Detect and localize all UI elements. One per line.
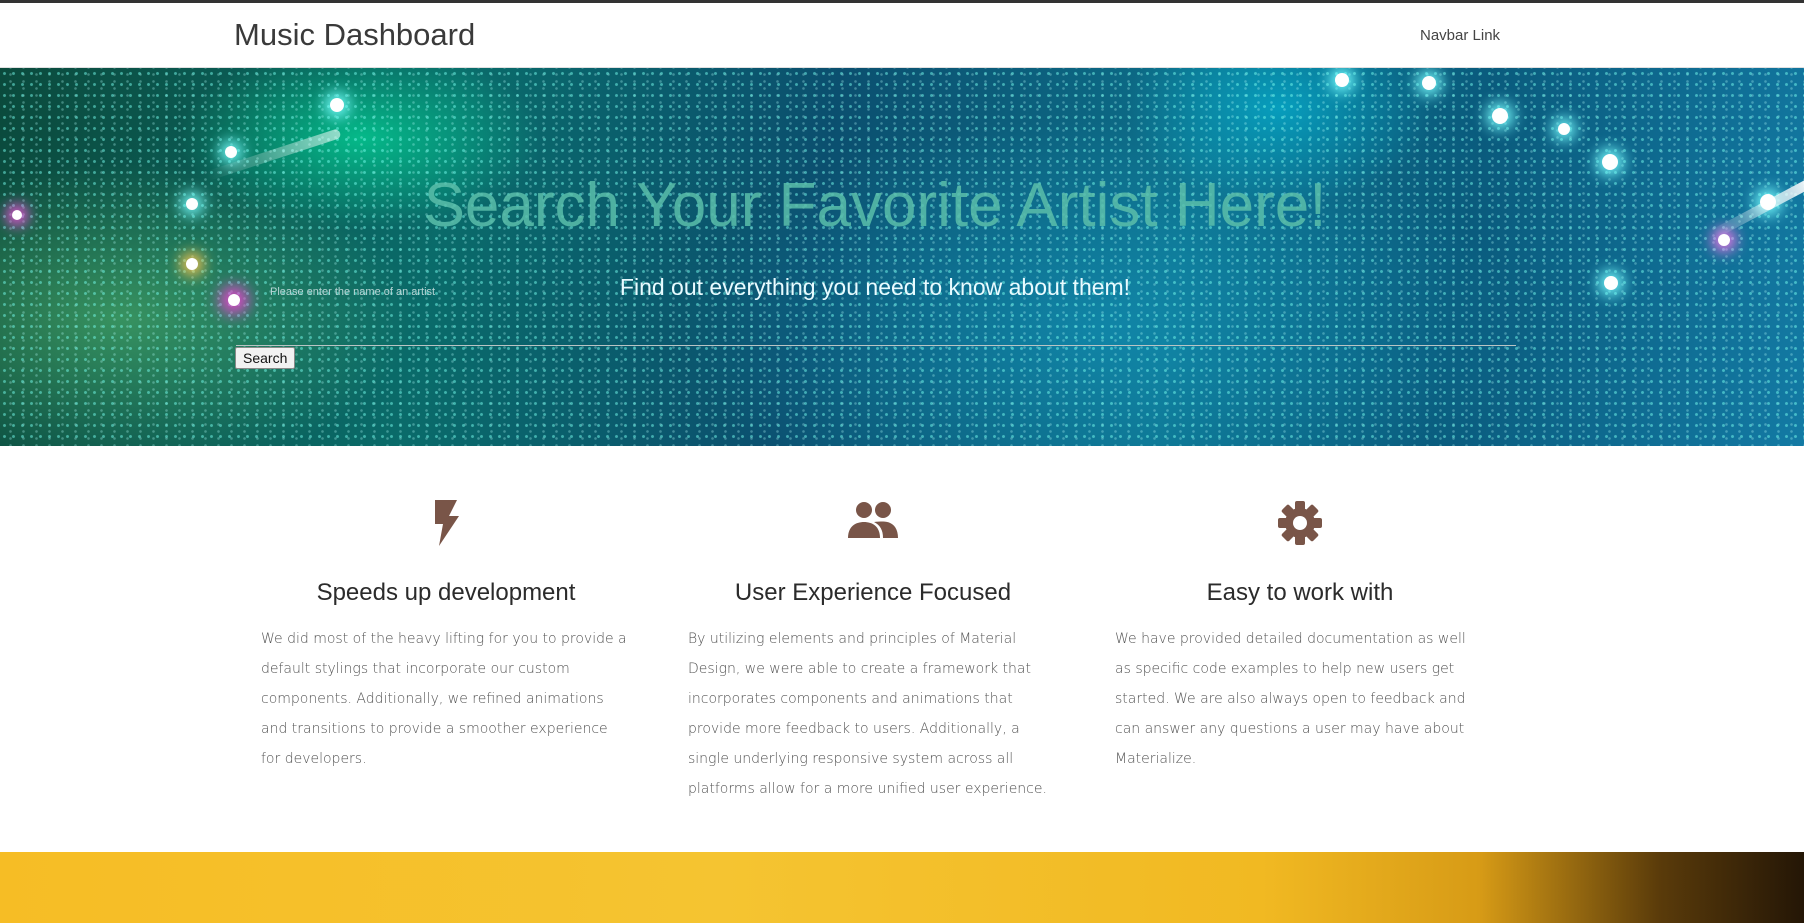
second-parallax-image [0, 852, 1804, 923]
features-section: Speeds up development We did most of the… [0, 446, 1804, 852]
feature-text: By utilizing elements and principles of … [688, 631, 1047, 797]
stage-light [1602, 154, 1618, 170]
stage-light [1422, 76, 1436, 90]
stage-light [330, 98, 344, 112]
settings-icon [1278, 501, 1322, 545]
feature-title: Speeds up development [316, 579, 576, 606]
feature-text: We have provided detailed documentation … [1115, 631, 1466, 767]
feature-title: User Experience Focused [734, 579, 1012, 606]
hero-subtitle: Find out everything you need to know abo… [619, 274, 1131, 301]
navbar-link[interactable]: Navbar Link [1420, 27, 1500, 44]
brand-logo[interactable]: Music Dashboard [234, 17, 475, 53]
search-label: Please enter the name of an artist [270, 286, 436, 298]
stage-light [225, 146, 237, 158]
group-icon [848, 502, 898, 538]
feature-title: Easy to work with [1206, 579, 1394, 606]
stage-light [1558, 123, 1570, 135]
artist-search-input[interactable] [236, 313, 1516, 346]
search-button[interactable]: Search [235, 347, 296, 369]
hero-parallax: Search Your Favorite Artist Here! Find o… [0, 68, 1804, 446]
feature-text: We did most of the heavy lifting for you… [261, 631, 627, 767]
hero-title: Search Your Favorite Artist Here! [423, 170, 1327, 240]
stage-light [1492, 108, 1508, 124]
stage-light [1335, 73, 1349, 87]
flash-icon [435, 500, 459, 546]
stage-light [186, 258, 198, 270]
hero-background-image [0, 68, 1804, 446]
navbar: Music Dashboard Navbar Link [0, 3, 1804, 68]
